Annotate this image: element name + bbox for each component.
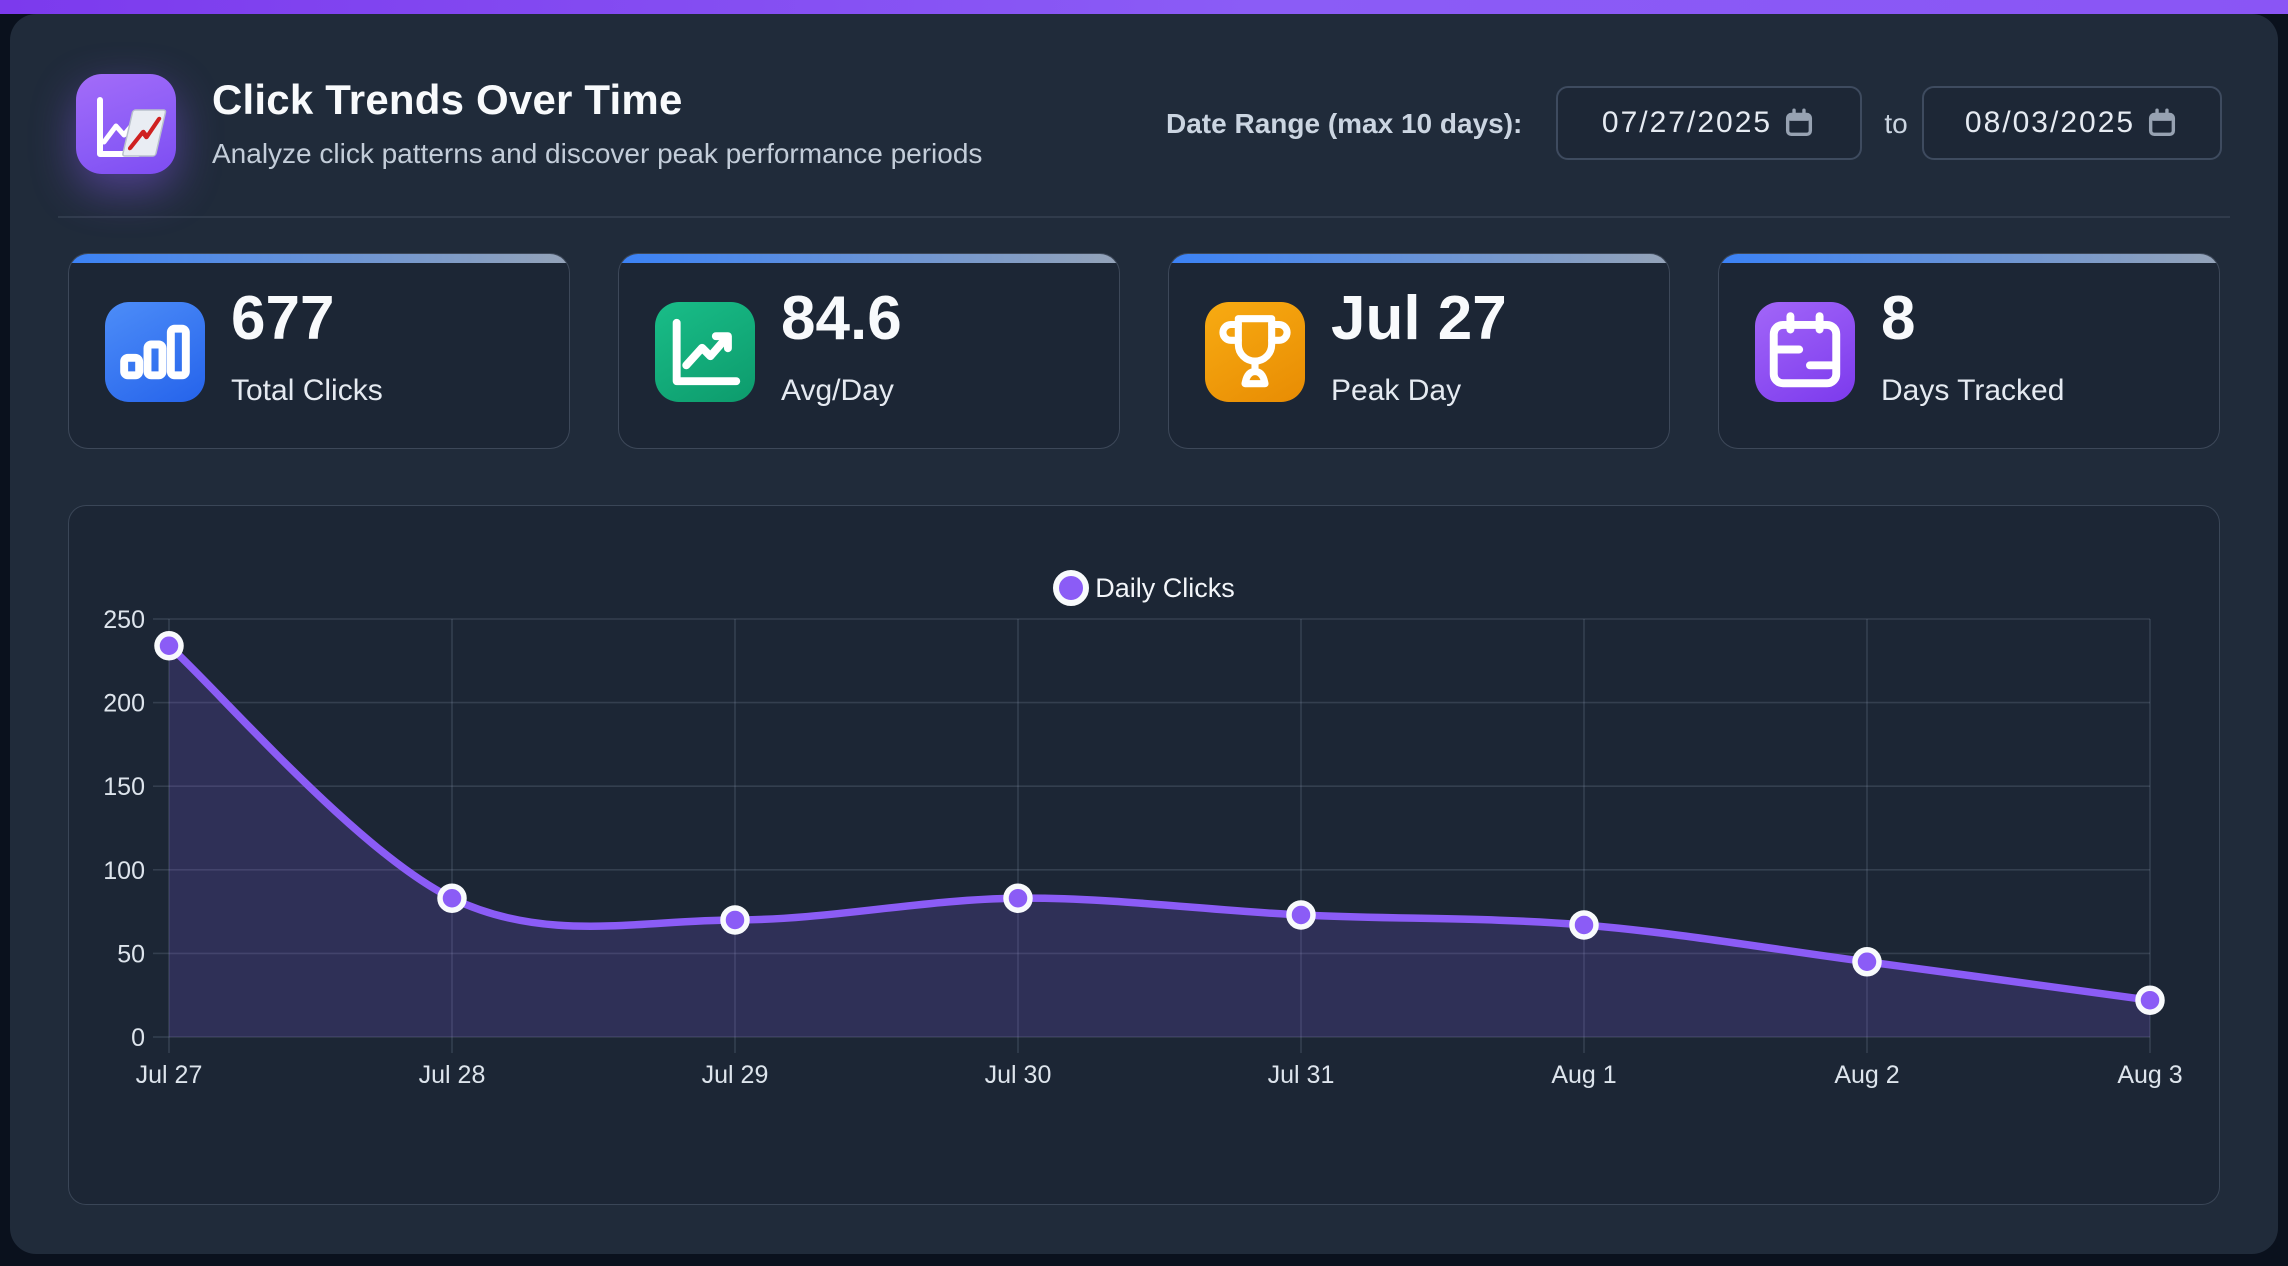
stat-card-total-clicks: 677 Total Clicks	[68, 253, 570, 449]
stat-value: 84.6	[781, 286, 902, 351]
data-point[interactable]	[440, 886, 464, 910]
stat-value: 677	[231, 286, 334, 351]
calendar-icon[interactable]	[2145, 106, 2179, 140]
card-accent-strip	[1719, 254, 2219, 263]
y-tick-label: 150	[103, 773, 145, 801]
y-tick-label: 50	[117, 940, 145, 968]
x-tick-label: Jul 27	[136, 1061, 203, 1089]
x-tick-label: Jul 28	[419, 1061, 486, 1089]
x-tick-label: Aug 3	[2117, 1061, 2182, 1089]
dashboard: { "header": { "title": "Click Trends Ove…	[0, 0, 2288, 1266]
start-date-value: 07/27/2025	[1602, 106, 1772, 140]
data-point[interactable]	[1855, 950, 1879, 974]
chart-card: Daily Clicks 050100150200250Jul 27Jul 28…	[68, 505, 2220, 1205]
x-tick-label: Jul 31	[1268, 1061, 1335, 1089]
header-divider	[58, 216, 2230, 218]
data-point[interactable]	[1572, 913, 1596, 937]
trending-up-icon	[655, 302, 755, 402]
card-accent-strip	[69, 254, 569, 263]
chart-trends-icon	[76, 74, 176, 174]
data-point[interactable]	[723, 908, 747, 932]
trend-chart[interactable]: 0 50 100 150 200 250 Jul 27 Jul 28 Jul 29 Jul 30 J…	[69, 541, 2221, 1161]
series-area	[169, 646, 2150, 1037]
y-tick-label: 0	[131, 1024, 145, 1052]
chart-trends-glyph	[76, 74, 176, 174]
data-point[interactable]	[2138, 988, 2162, 1012]
date-range-separator: to	[1876, 108, 1916, 140]
trophy-icon	[1205, 302, 1305, 402]
stat-label: Avg/Day	[781, 374, 894, 408]
x-tick-label: Jul 29	[702, 1061, 769, 1089]
stat-card-peak-day: Jul 27 Peak Day	[1168, 253, 1670, 449]
stat-value: 8	[1881, 286, 1915, 351]
data-point[interactable]	[157, 634, 181, 658]
x-tick-label: Aug 2	[1834, 1061, 1899, 1089]
x-tick-label: Aug 1	[1551, 1061, 1616, 1089]
stat-card-avg-day: 84.6 Avg/Day	[618, 253, 1120, 449]
data-point[interactable]	[1289, 903, 1313, 927]
y-tick-label: 250	[103, 606, 145, 634]
stats-row: 677 Total Clicks 84.6 Avg/Day	[68, 253, 2220, 449]
y-tick-label: 100	[103, 857, 145, 885]
date-range-label: Date Range (max 10 days):	[1166, 108, 1522, 140]
accent-bar	[0, 0, 2288, 14]
stat-card-days-tracked: 8 Days Tracked	[1718, 253, 2220, 449]
card-accent-strip	[619, 254, 1119, 263]
stat-label: Days Tracked	[1881, 374, 2064, 408]
data-point[interactable]	[1006, 886, 1030, 910]
page-subtitle: Analyze click patterns and discover peak…	[212, 138, 982, 170]
card-accent-strip	[1169, 254, 1669, 263]
x-tick-label: Jul 30	[985, 1061, 1052, 1089]
calendar-range-icon	[1755, 302, 1855, 402]
stat-label: Total Clicks	[231, 374, 383, 408]
stat-label: Peak Day	[1331, 374, 1461, 408]
bar-chart-icon	[105, 302, 205, 402]
end-date-input[interactable]: 08/03/2025	[1922, 86, 2222, 160]
stat-value: Jul 27	[1331, 286, 1507, 351]
calendar-icon[interactable]	[1782, 106, 1816, 140]
page-title: Click Trends Over Time	[212, 76, 683, 124]
y-tick-label: 200	[103, 690, 145, 718]
start-date-input[interactable]: 07/27/2025	[1556, 86, 1862, 160]
end-date-value: 08/03/2025	[1965, 106, 2135, 140]
